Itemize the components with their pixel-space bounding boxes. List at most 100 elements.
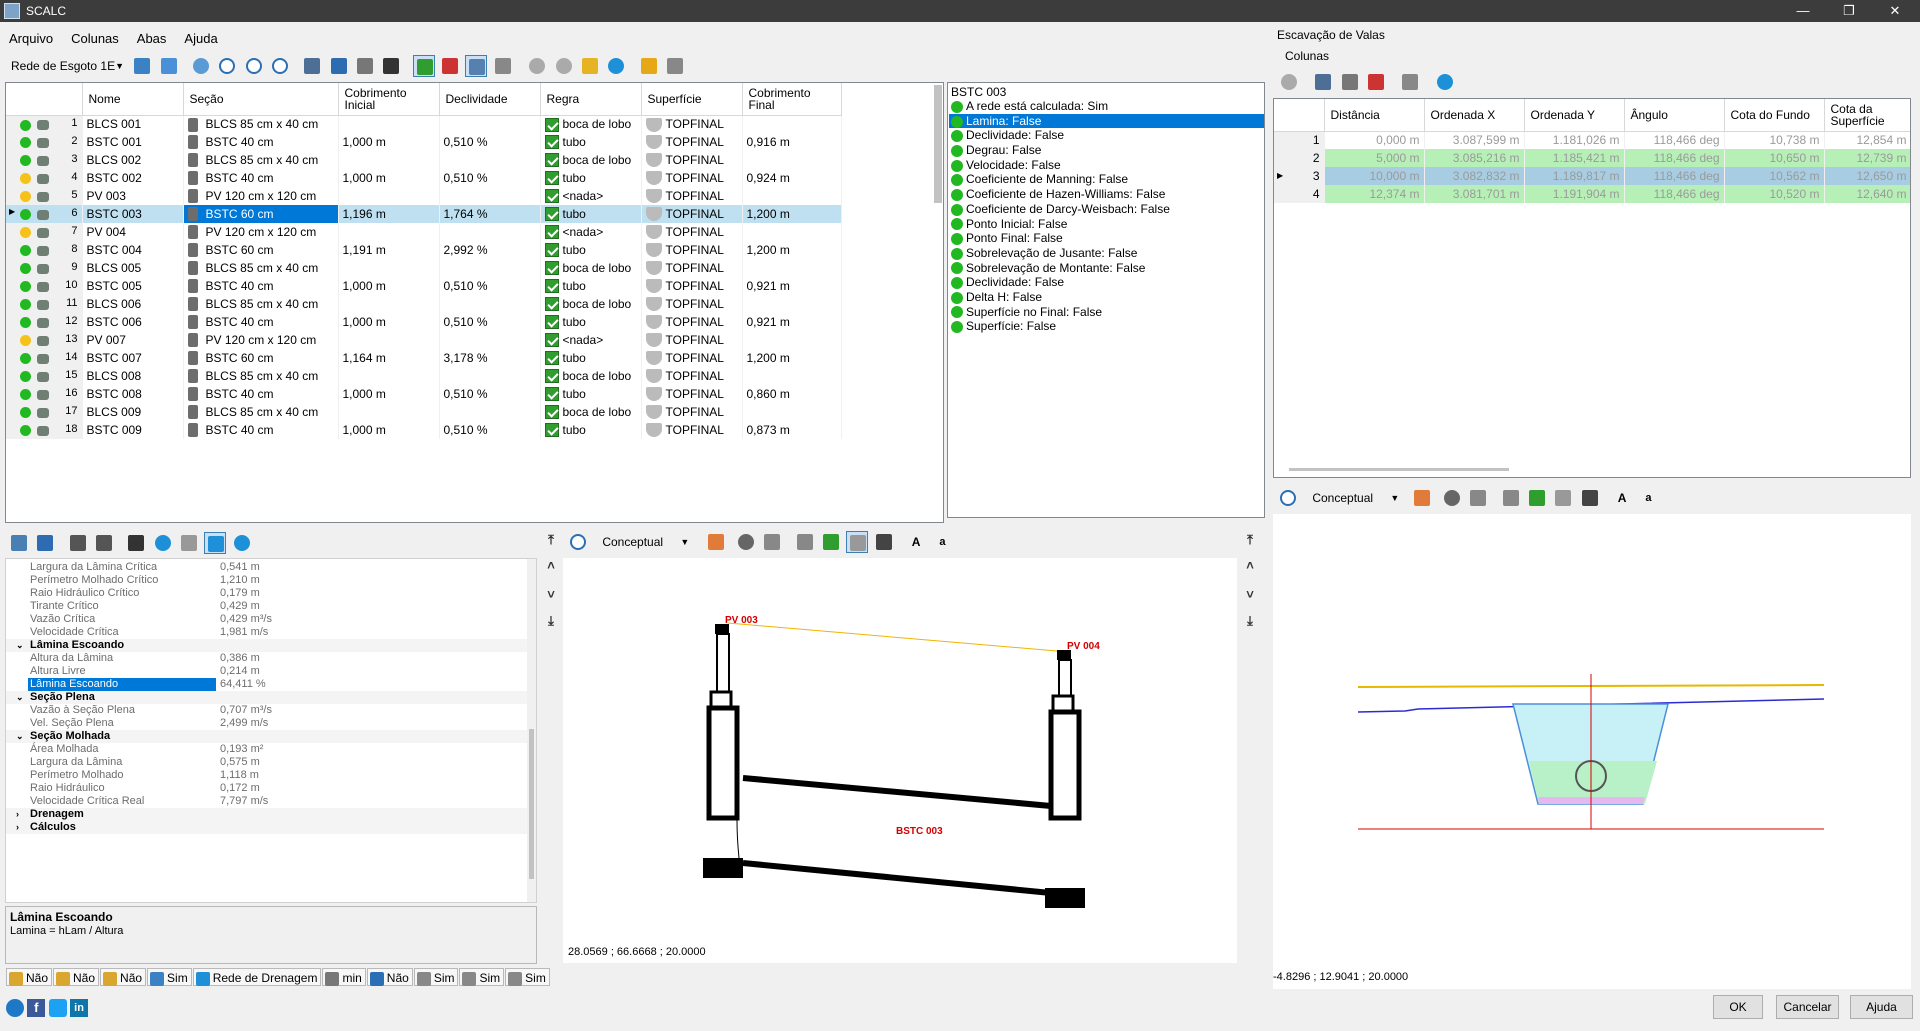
table-row[interactable]: 16 BSTC 008 BSTC 40 cm 1,000 m 0,510 % tubo TO…	[6, 385, 842, 403]
cob-ini-cell[interactable]: 1,000 m	[338, 421, 440, 439]
decl-cell[interactable]	[439, 403, 541, 421]
orbit-icon[interactable]	[1441, 487, 1463, 509]
decl-cell[interactable]: 0,510 %	[439, 421, 541, 439]
surface-cell[interactable]: TOPFINAL	[641, 241, 743, 259]
table-row[interactable]: 17 BLCS 009 BLCS 85 cm x 40 cm boca de lobo…	[6, 403, 842, 421]
cob-fin-cell[interactable]	[742, 259, 842, 277]
cell[interactable]: 118,466 deg	[1624, 167, 1725, 185]
status-item[interactable]: Sobrelevação de Jusante: False	[949, 246, 1264, 261]
surface-cell[interactable]: TOPFINAL	[641, 277, 743, 295]
first-icon[interactable]: ⤒	[544, 533, 558, 547]
section-cell[interactable]: PV 120 cm x 120 cm	[183, 223, 339, 241]
cell[interactable]: 3.087,599 m	[1424, 131, 1525, 149]
section-cell[interactable]: PV 120 cm x 120 cm	[183, 187, 339, 205]
status-item[interactable]: Degrau: False	[949, 143, 1264, 158]
binoculars-icon[interactable]	[380, 55, 402, 77]
table-row[interactable]: 4 12,374 m 3.081,701 m 1.191,904 m 118,466 d…	[1274, 185, 1910, 203]
spreadsheet-icon[interactable]	[664, 55, 686, 77]
decl-cell[interactable]: 0,510 %	[439, 277, 541, 295]
table-row[interactable]: 1 0,000 m 3.087,599 m 1.181,026 m 118,466 de…	[1274, 131, 1910, 149]
cell[interactable]: 5,000 m	[1324, 149, 1425, 167]
cob-ini-cell[interactable]	[338, 151, 440, 169]
menu-ajuda[interactable]: Ajuda	[175, 28, 226, 49]
section-cell[interactable]: BSTC 40 cm	[183, 313, 339, 331]
cob-fin-cell[interactable]	[742, 187, 842, 205]
table-row[interactable]: 9 BLCS 005 BLCS 85 cm x 40 cm boca de lobo T…	[6, 259, 842, 277]
surface-cell[interactable]: TOPFINAL	[641, 169, 743, 187]
next-icon[interactable]: ˅	[1243, 588, 1257, 602]
col-superficie[interactable]: Superfície	[641, 83, 743, 116]
property-row[interactable]: Largura da Lâmina Crítica 0,541 m	[6, 561, 536, 574]
col-cota-superficie[interactable]: Cota da Superfície	[1824, 99, 1910, 132]
section-cell[interactable]: BLCS 85 cm x 40 cm	[183, 367, 339, 385]
status-chip[interactable]: Não	[53, 968, 100, 986]
decl-cell[interactable]: 0,510 %	[439, 133, 541, 151]
zoom-icon[interactable]	[1277, 487, 1299, 509]
table-row[interactable]: 3 BLCS 002 BLCS 85 cm x 40 cm boca de lobo T…	[6, 151, 842, 169]
decl-cell[interactable]	[439, 223, 541, 241]
name-cell[interactable]: BSTC 009	[82, 421, 184, 439]
rule-cell[interactable]: tubo	[540, 277, 642, 295]
cell[interactable]: 118,466 deg	[1624, 185, 1725, 203]
table-row[interactable]: 14 BSTC 007 BSTC 60 cm 1,164 m 3,178 % tubo TO…	[6, 349, 842, 367]
name-cell[interactable]: BLCS 005	[82, 259, 184, 277]
cell[interactable]: 118,466 deg	[1624, 149, 1725, 167]
cob-fin-cell[interactable]: 1,200 m	[742, 241, 842, 259]
cancel-button[interactable]: Cancelar	[1776, 995, 1839, 1019]
row-header[interactable]: 1	[1274, 131, 1325, 149]
surface-cell[interactable]: TOPFINAL	[641, 313, 743, 331]
surface-cell[interactable]: TOPFINAL	[641, 295, 743, 313]
next-icon[interactable]: ˅	[544, 588, 558, 602]
rule-cell[interactable]: tubo	[540, 349, 642, 367]
name-cell[interactable]: BLCS 001	[82, 115, 184, 133]
status-item[interactable]: Delta H: False	[949, 290, 1264, 305]
facebook-icon[interactable]: f	[27, 999, 46, 1017]
cell[interactable]: 3.085,216 m	[1424, 149, 1525, 167]
status-chip[interactable]: Sim	[459, 968, 505, 986]
cob-ini-cell[interactable]	[338, 259, 440, 277]
surface-cell[interactable]: TOPFINAL	[641, 349, 743, 367]
cell[interactable]: 1.185,421 m	[1524, 149, 1625, 167]
name-cell[interactable]: PV 003	[82, 187, 184, 205]
pan-hand-icon[interactable]	[846, 531, 869, 553]
cob-fin-cell[interactable]	[742, 403, 842, 421]
decl-cell[interactable]: 0,510 %	[439, 169, 541, 187]
cob-ini-cell[interactable]: 1,191 m	[338, 241, 440, 259]
minimize-button[interactable]: —	[1780, 0, 1826, 22]
axes-icon[interactable]	[1526, 487, 1548, 509]
grid-scrollbar[interactable]	[934, 85, 942, 203]
rule-cell[interactable]: tubo	[540, 241, 642, 259]
decl-cell[interactable]: 0,510 %	[439, 313, 541, 331]
expand-toggle-icon[interactable]: ⌄	[16, 730, 24, 743]
cob-fin-cell[interactable]	[742, 367, 842, 385]
table-row[interactable]: 13 PV 007 PV 120 cm x 120 cm <nada> TOPFINAL	[6, 331, 842, 349]
name-cell[interactable]: BLCS 009	[82, 403, 184, 421]
cell[interactable]: 3.081,701 m	[1424, 185, 1525, 203]
table-row[interactable]: 1 BLCS 001 BLCS 85 cm x 40 cm boca de lobo T…	[6, 115, 842, 133]
property-category[interactable]: ⌄ Seção Molhada	[6, 730, 536, 743]
cell[interactable]: 12,374 m	[1324, 185, 1425, 203]
name-cell[interactable]: PV 004	[82, 223, 184, 241]
eraser-icon[interactable]	[1411, 487, 1433, 509]
section-cell[interactable]: BLCS 85 cm x 40 cm	[183, 403, 339, 421]
previous-icon[interactable]: ˄	[1243, 559, 1257, 573]
cell[interactable]: 10,738 m	[1724, 131, 1825, 149]
cob-ini-cell[interactable]	[338, 115, 440, 133]
property-row[interactable]: Velocidade Crítica 1,981 m/s	[6, 626, 536, 639]
globe-icon[interactable]	[605, 55, 627, 77]
rule-cell[interactable]: tubo	[540, 205, 642, 223]
close-button[interactable]: ✕	[1872, 0, 1918, 22]
first-icon[interactable]: ⤒	[1243, 533, 1257, 547]
cell[interactable]: 12,854 m	[1824, 131, 1910, 149]
rule-cell[interactable]: tubo	[540, 169, 642, 187]
table-row[interactable]: 11 BLCS 006 BLCS 85 cm x 40 cm boca de lobo…	[6, 295, 842, 313]
cob-ini-cell[interactable]	[338, 223, 440, 241]
status-item[interactable]: Ponto Inicial: False	[949, 217, 1264, 232]
cob-ini-cell[interactable]: 1,000 m	[338, 277, 440, 295]
surface-cell[interactable]: TOPFINAL	[641, 331, 743, 349]
col-cota-fundo[interactable]: Cota do Fundo	[1724, 99, 1825, 132]
property-row[interactable]: Perímetro Molhado 1,118 m	[6, 769, 536, 782]
table-row[interactable]: 2 BSTC 001 BSTC 40 cm 1,000 m 0,510 % tubo TOP…	[6, 133, 842, 151]
rule-cell[interactable]: tubo	[540, 133, 642, 151]
last-icon[interactable]: ⤓	[544, 614, 558, 628]
